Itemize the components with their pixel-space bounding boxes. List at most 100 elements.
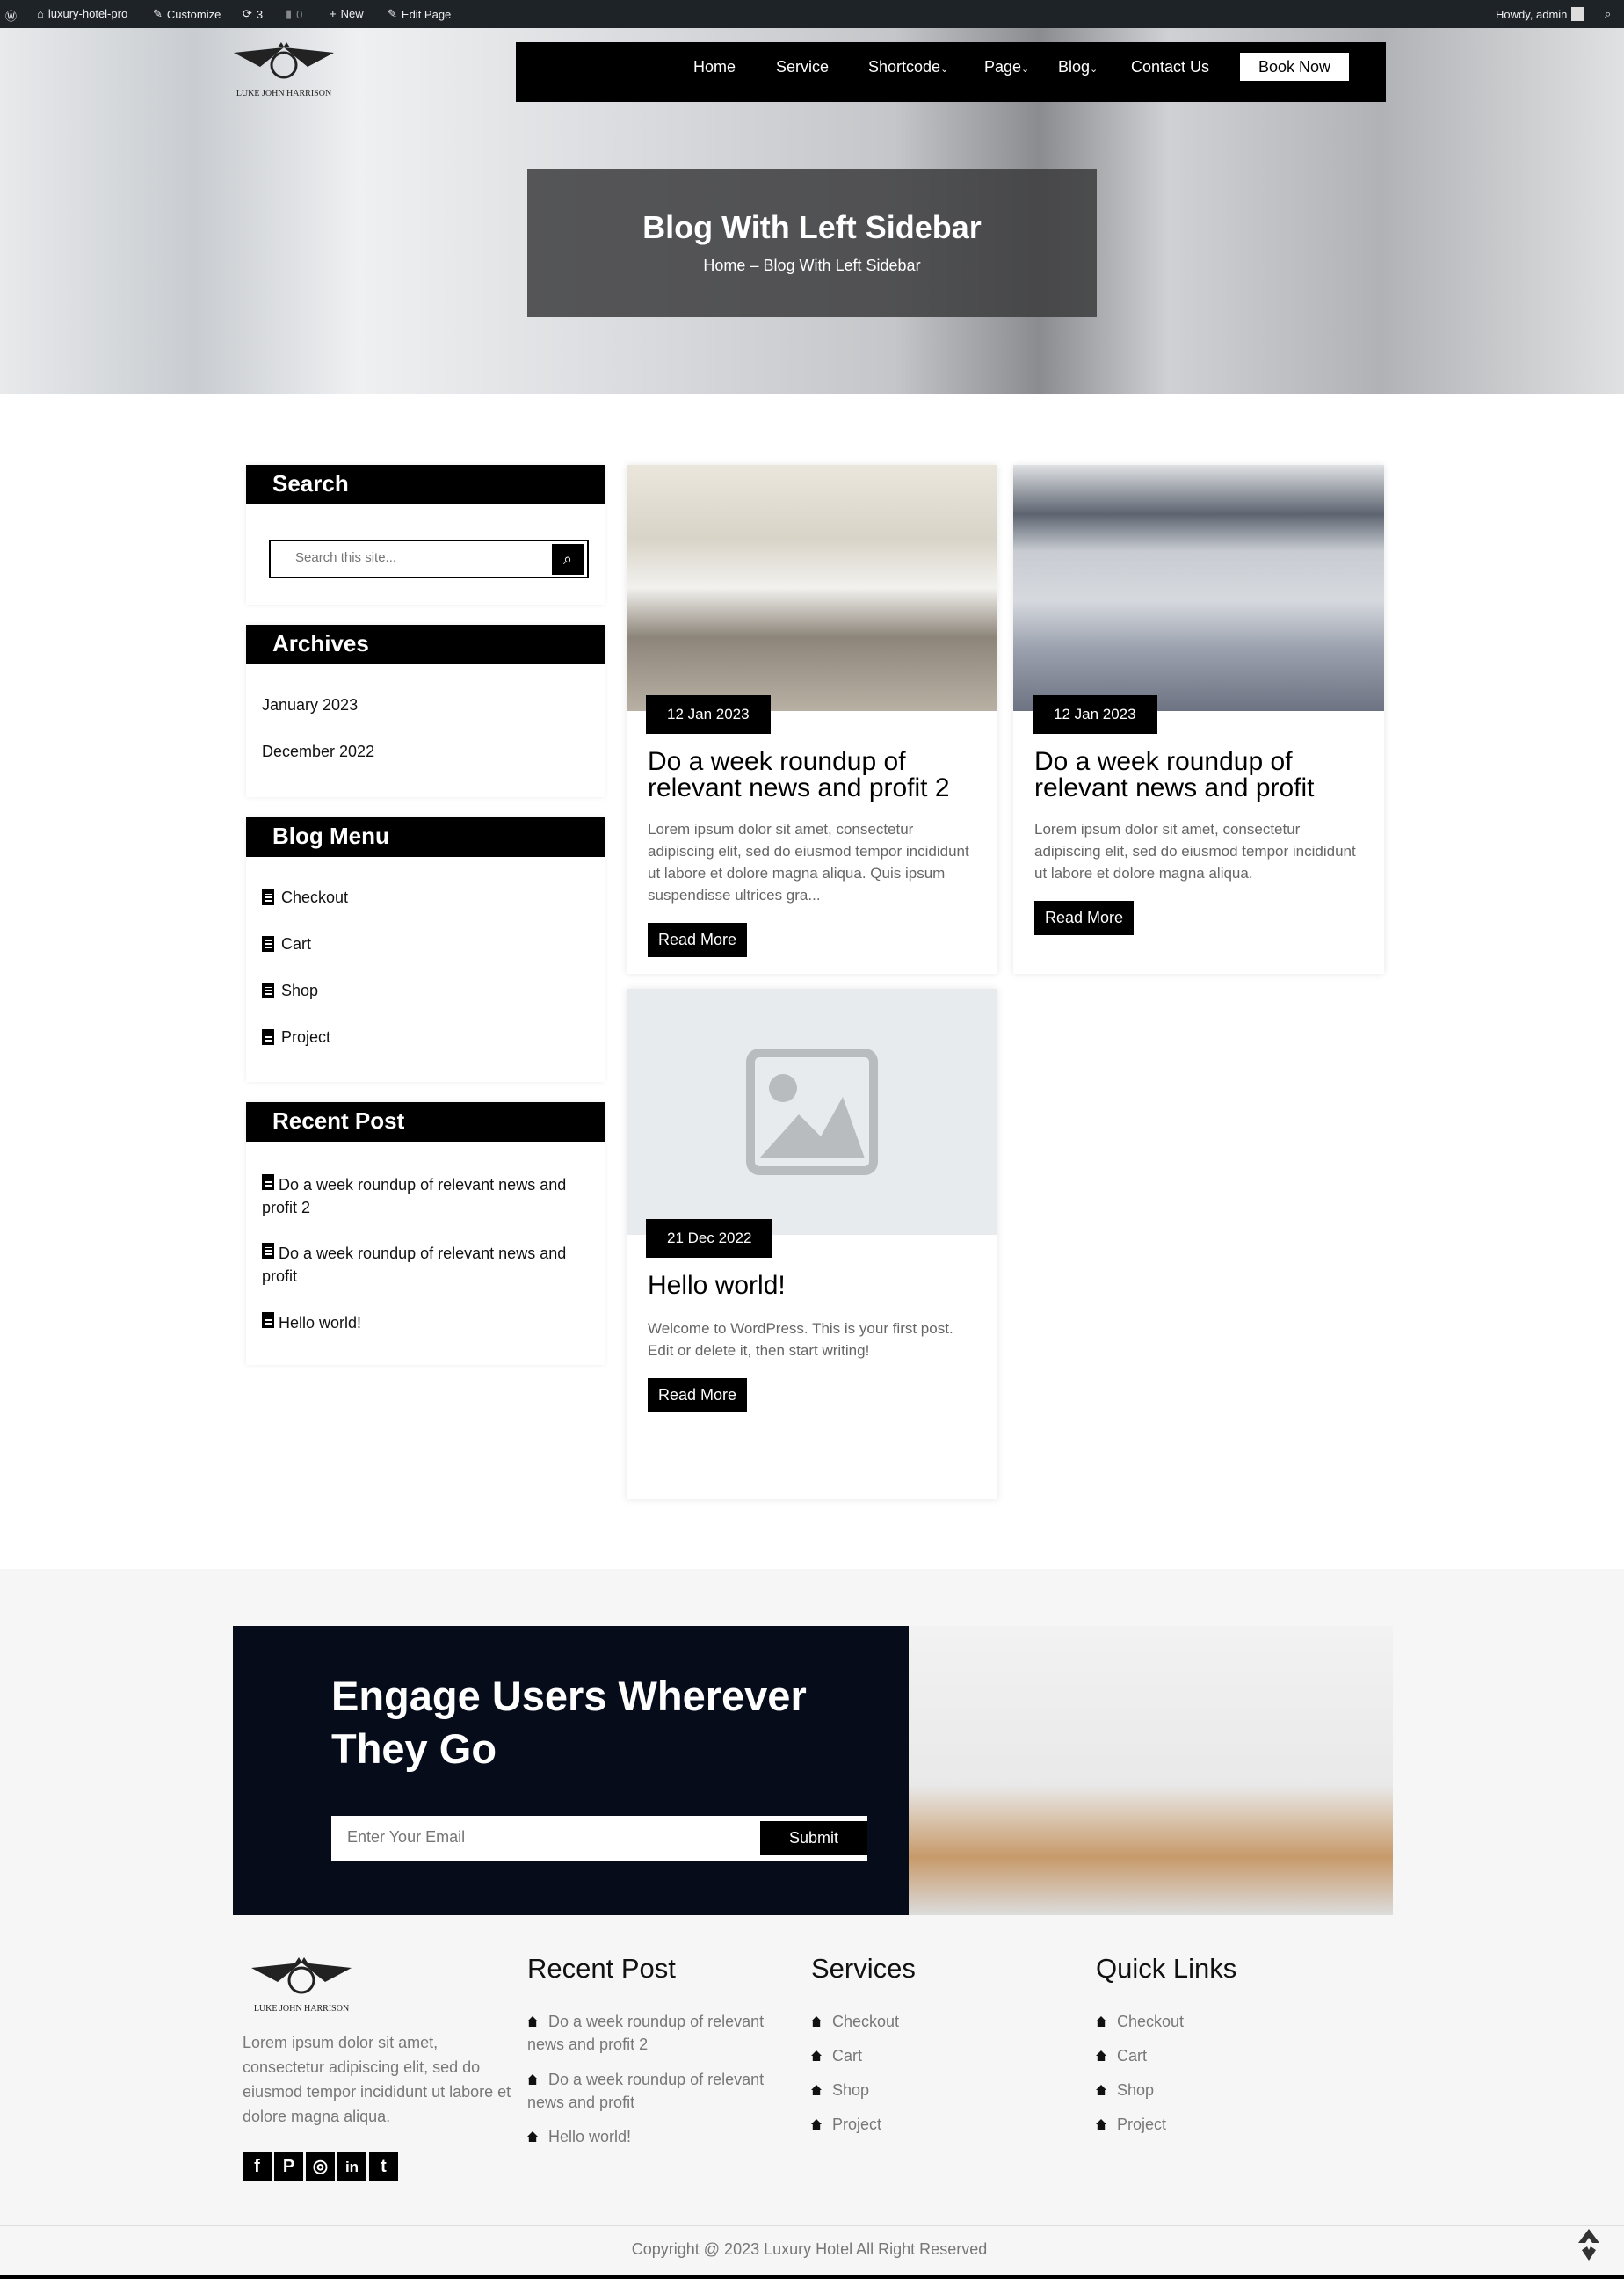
footer-recent-link[interactable]: Hello world! [527,2125,791,2148]
footer-service-link[interactable]: Checkout [811,2010,1075,2033]
read-more-button[interactable]: Read More [1034,901,1135,935]
building-icon [262,936,274,952]
blog-menu-item[interactable]: Cart [262,933,596,955]
recent-post-link[interactable]: Do a week roundup of relevant news and p… [262,1239,596,1288]
footer-heading: Recent Post [527,1953,676,1984]
building-icon [262,1243,274,1259]
home-icon [1096,2085,1106,2095]
item-label: Project [832,2116,882,2133]
site-logo[interactable]: LUKE JOHN HARRISON [225,40,343,98]
recent-post-link[interactable]: Hello world! [262,1309,596,1334]
footer-service-link[interactable]: Project [811,2113,1075,2136]
admin-account-link[interactable]: Howdy, admin [1496,7,1584,21]
facebook-icon[interactable]: f [243,2152,272,2181]
footer-recent-link[interactable]: Do a week roundup of relevant news and p… [527,2068,800,2114]
comment-icon: ▮ [286,7,293,20]
building-icon [262,889,274,905]
archives-widget: Archives January 2023 December 2022 [246,625,605,797]
blog-menu-item[interactable]: Checkout [262,886,596,909]
footer-divider [0,2225,1624,2226]
footer-service-link[interactable]: Shop [811,2079,1075,2101]
instagram-icon[interactable]: ◎ [306,2152,335,2181]
home-icon [1096,2016,1106,2027]
search-input[interactable] [295,550,524,565]
logo-text: LUKE JOHN HARRISON [236,89,332,98]
admin-new-link[interactable]: + New [330,7,364,20]
home-icon [811,2016,822,2027]
chevron-down-icon: ⌄ [940,64,949,75]
post-image-placeholder[interactable] [627,989,997,1235]
image-placeholder-icon [746,1049,878,1175]
post-image[interactable] [1013,465,1384,711]
book-now-button[interactable]: Book Now [1240,53,1349,81]
nav-blog-label: Blog [1058,58,1091,76]
nav-page[interactable]: Page⌄ [984,58,1029,76]
post-image[interactable] [627,465,997,711]
admin-site-link[interactable]: ⌂ luxury-hotel-pro [37,7,127,20]
post-title[interactable]: Do a week roundup of relevant news and p… [648,749,982,802]
twitter-icon[interactable]: t [369,2152,398,2181]
item-label: Project [1117,2116,1167,2133]
footer-service-link[interactable]: Cart [811,2044,1075,2067]
recent-post-widget: Recent Post Do a week roundup of relevan… [246,1102,605,1365]
copyright: Copyright @ 2023 Luxury Hotel All Right … [631,2240,988,2258]
footer-logo[interactable]: LUKE JOHN HARRISON [243,1956,360,2014]
nav-contact[interactable]: Contact Us [1131,58,1209,76]
footer-quick-link[interactable]: Cart [1096,2044,1359,2067]
home-icon [527,2074,538,2085]
pencil-icon: ✎ [388,7,397,20]
item-label: Do a week roundup of relevant news and p… [262,1245,567,1285]
wordpress-icon[interactable]: Ⓦ [5,7,17,24]
recent-post-link[interactable]: Do a week roundup of relevant news and p… [262,1171,596,1219]
post-card: 21 Dec 2022 Hello world! Welcome to Word… [627,989,997,1499]
read-more-button[interactable]: Read More [648,923,748,957]
item-label: Do a week roundup of relevant news and p… [527,2071,765,2111]
footer-recent-link[interactable]: Do a week roundup of relevant news and p… [527,2010,800,2056]
item-label: Cart [281,935,312,953]
admin-edit-page-link[interactable]: ✎ Edit Page [388,7,451,21]
site-name: luxury-hotel-pro [47,7,128,20]
post-excerpt: Welcome to WordPress. This is your first… [648,1320,953,1359]
home-icon [1096,2050,1106,2061]
archive-link[interactable]: January 2023 [262,693,596,716]
search-icon[interactable]: ⌕ [1605,7,1611,21]
scroll-to-top-button[interactable] [1578,2229,1599,2261]
chevron-down-icon: ⌄ [1090,64,1098,75]
nav-blog[interactable]: Blog⌄ [1058,58,1098,76]
submit-button[interactable]: Submit [760,1821,867,1855]
plus-icon: + [330,7,337,20]
breadcrumb-home[interactable]: Home [703,257,745,274]
pinterest-icon[interactable]: P [274,2152,303,2181]
read-more-button[interactable]: Read More [648,1378,748,1412]
widget-title: Recent Post [246,1102,605,1142]
nav-service[interactable]: Service [776,58,829,76]
blog-menu-item[interactable]: Shop [262,979,596,1002]
breadcrumb-separator: – [750,257,759,274]
building-icon [262,1312,274,1328]
home-icon [811,2119,822,2130]
home-icon: ⌂ [37,7,44,20]
post-excerpt: Lorem ipsum dolor sit amet, consectetur … [648,821,969,904]
nav-home[interactable]: Home [693,58,736,76]
search-button[interactable]: ⌕ [552,544,584,575]
item-label: Hello world! [279,1314,362,1332]
footer-quick-link[interactable]: Project [1096,2113,1359,2136]
admin-customize-link[interactable]: ✎ Customize [153,7,221,21]
post-title[interactable]: Do a week roundup of relevant news and p… [1034,749,1368,802]
post-title[interactable]: Hello world! [648,1273,982,1299]
item-label: Project [281,1028,331,1046]
main-nav: Home Service Shortcode⌄ Page⌄ Blog⌄ Cont… [516,42,1386,102]
email-input[interactable] [347,1828,734,1847]
building-icon [262,1029,274,1045]
nav-shortcode[interactable]: Shortcode⌄ [868,58,948,76]
footer-quick-link[interactable]: Shop [1096,2079,1359,2101]
blog-menu-item[interactable]: Project [262,1026,596,1049]
post-date: 12 Jan 2023 [1033,695,1157,734]
archive-link[interactable]: December 2022 [262,740,596,763]
admin-comments-link[interactable]: ▮ 0 [286,7,302,21]
linkedin-icon[interactable]: in [337,2152,366,2181]
updates-count: 3 [256,7,264,21]
footer-quick-link[interactable]: Checkout [1096,2010,1359,2033]
nav-page-label: Page [984,58,1022,76]
admin-updates-link[interactable]: ⟳ 3 [243,7,263,21]
